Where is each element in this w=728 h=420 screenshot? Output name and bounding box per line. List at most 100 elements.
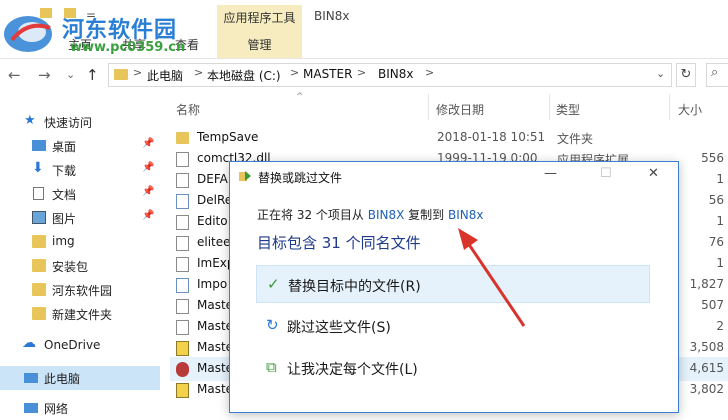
watermark-url: www.pc0359.cn: [70, 40, 186, 55]
exe-file-icon: [176, 194, 189, 209]
crumb-separator[interactable]: >: [290, 66, 299, 79]
nav-label: 快速访问: [44, 116, 93, 130]
watermark-logo-icon: [4, 16, 52, 52]
address-dropdown-button[interactable]: ⌄: [656, 67, 665, 80]
dll-file-icon: [176, 236, 189, 251]
file-size: 556: [701, 151, 724, 165]
decide-each-option[interactable]: ⧉ 让我决定每个文件(L): [256, 349, 650, 387]
nav-img[interactable]: img: [0, 230, 160, 254]
address-folder-icon: [114, 69, 128, 80]
column-header-date[interactable]: 修改日期: [436, 101, 484, 118]
crumb-separator[interactable]: >: [194, 66, 203, 79]
nav-label: img: [52, 234, 75, 248]
file-size: 2: [716, 319, 724, 333]
folder-icon: [32, 283, 46, 296]
check-icon: ✓: [267, 275, 280, 293]
nav-network[interactable]: 网络: [0, 396, 160, 420]
column-divider[interactable]: [428, 94, 429, 120]
pin-icon[interactable]: 📌: [142, 210, 154, 221]
file-icon: [176, 257, 189, 272]
picture-icon: [32, 211, 46, 224]
source-folder-link[interactable]: BIN8X: [368, 208, 405, 222]
column-divider[interactable]: [549, 94, 550, 120]
refresh-button[interactable]: ↻: [676, 63, 696, 87]
nav-label: 新建文件夹: [52, 308, 113, 322]
file-icon: [176, 320, 189, 335]
master-app-icon: [176, 362, 189, 377]
copy-middle: 复制到: [408, 208, 445, 222]
column-header-name[interactable]: 名称: [176, 101, 200, 118]
nav-onedrive[interactable]: ☁ OneDrive: [0, 334, 160, 358]
close-button[interactable]: ✕: [648, 166, 659, 181]
nav-documents[interactable]: 文档 📌: [0, 182, 160, 206]
column-header-size[interactable]: 大小: [678, 101, 702, 118]
nav-hedong[interactable]: 河东软件园: [0, 278, 160, 302]
network-icon: [24, 403, 38, 413]
dll-file-icon: [176, 299, 189, 314]
file-name: Maste: [197, 340, 234, 354]
recent-locations-button[interactable]: ⌄: [66, 68, 75, 81]
crumb-thispc[interactable]: 此电脑: [147, 67, 183, 84]
copy-prefix: 正在将 32 个项目从: [257, 208, 364, 222]
file-size: 3,802: [689, 382, 724, 396]
file-name: Edito: [197, 214, 228, 228]
nav-label: 桌面: [52, 140, 77, 154]
nav-label: OneDrive: [44, 338, 101, 352]
minimize-button[interactable]: —: [544, 166, 557, 181]
pin-icon[interactable]: 📌: [142, 138, 154, 149]
file-size: 4,615: [689, 361, 724, 375]
nav-label: 此电脑: [44, 372, 81, 386]
dest-folder-link[interactable]: BIN8x: [448, 208, 483, 222]
option-label: 让我决定每个文件(L): [287, 362, 418, 378]
folder-icon: [32, 235, 46, 248]
title-strip: [0, 0, 728, 4]
crumb-separator[interactable]: >: [133, 66, 142, 79]
back-button[interactable]: ←: [8, 66, 21, 84]
folder-icon: [32, 259, 46, 272]
nav-downloads[interactable]: ⬇ 下载 📌: [0, 158, 160, 182]
maximize-button[interactable]: ☐: [600, 166, 612, 181]
nav-pictures[interactable]: 图片 📌: [0, 206, 160, 230]
option-label: 替换目标中的文件(R): [288, 279, 421, 295]
file-size: 76: [708, 235, 724, 249]
crumb-local-disk[interactable]: 本地磁盘 (C:): [207, 67, 281, 84]
help-file-icon: [176, 341, 189, 356]
pin-icon[interactable]: 📌: [142, 186, 154, 197]
nav-label: 下载: [52, 164, 77, 178]
desktop-icon: [32, 140, 46, 151]
file-name: Maste: [197, 298, 234, 312]
nav-new-folder[interactable]: 新建文件夹: [0, 302, 160, 326]
file-size: 1: [716, 256, 724, 270]
nav-desktop[interactable]: 桌面 📌: [0, 134, 160, 158]
forward-button[interactable]: →: [38, 66, 51, 84]
dialog-heading: 目标包含 31 个同名文件: [257, 234, 421, 252]
annotation-arrow-icon: [458, 228, 526, 327]
crumb-separator[interactable]: >: [357, 66, 366, 79]
crumb-master[interactable]: MASTER: [303, 67, 352, 81]
up-button[interactable]: ↑: [86, 66, 99, 84]
tab-manage[interactable]: 管理: [217, 36, 302, 53]
nav-install[interactable]: 安装包: [0, 254, 160, 278]
file-name: elitee: [197, 235, 231, 249]
document-icon: [33, 187, 44, 200]
crumb-separator[interactable]: >: [425, 66, 434, 79]
help-file-icon: [176, 383, 189, 398]
file-date: 2018-01-18 10:51: [437, 130, 546, 144]
nav-quick-access[interactable]: ★ 快速访问: [0, 110, 160, 134]
column-divider[interactable]: [669, 94, 670, 120]
file-name: Maste: [197, 361, 234, 375]
nav-thispc[interactable]: 此电脑: [0, 366, 160, 390]
search-icon: ⌕: [711, 65, 719, 80]
copy-icon: [239, 171, 251, 181]
file-size: 1: [716, 172, 724, 186]
file-size: 1: [716, 214, 724, 228]
folder-icon: [176, 132, 189, 144]
crumb-bin8x[interactable]: BIN8x: [378, 67, 413, 81]
option-label: 跳过这些文件(S): [287, 320, 391, 336]
pin-icon[interactable]: 📌: [142, 162, 154, 173]
download-icon: ⬇: [32, 160, 44, 176]
column-header-type[interactable]: 类型: [556, 101, 580, 118]
file-name: DEFA: [197, 172, 228, 186]
context-group-title: 应用程序工具: [223, 11, 296, 25]
nav-label: 安装包: [52, 260, 89, 274]
